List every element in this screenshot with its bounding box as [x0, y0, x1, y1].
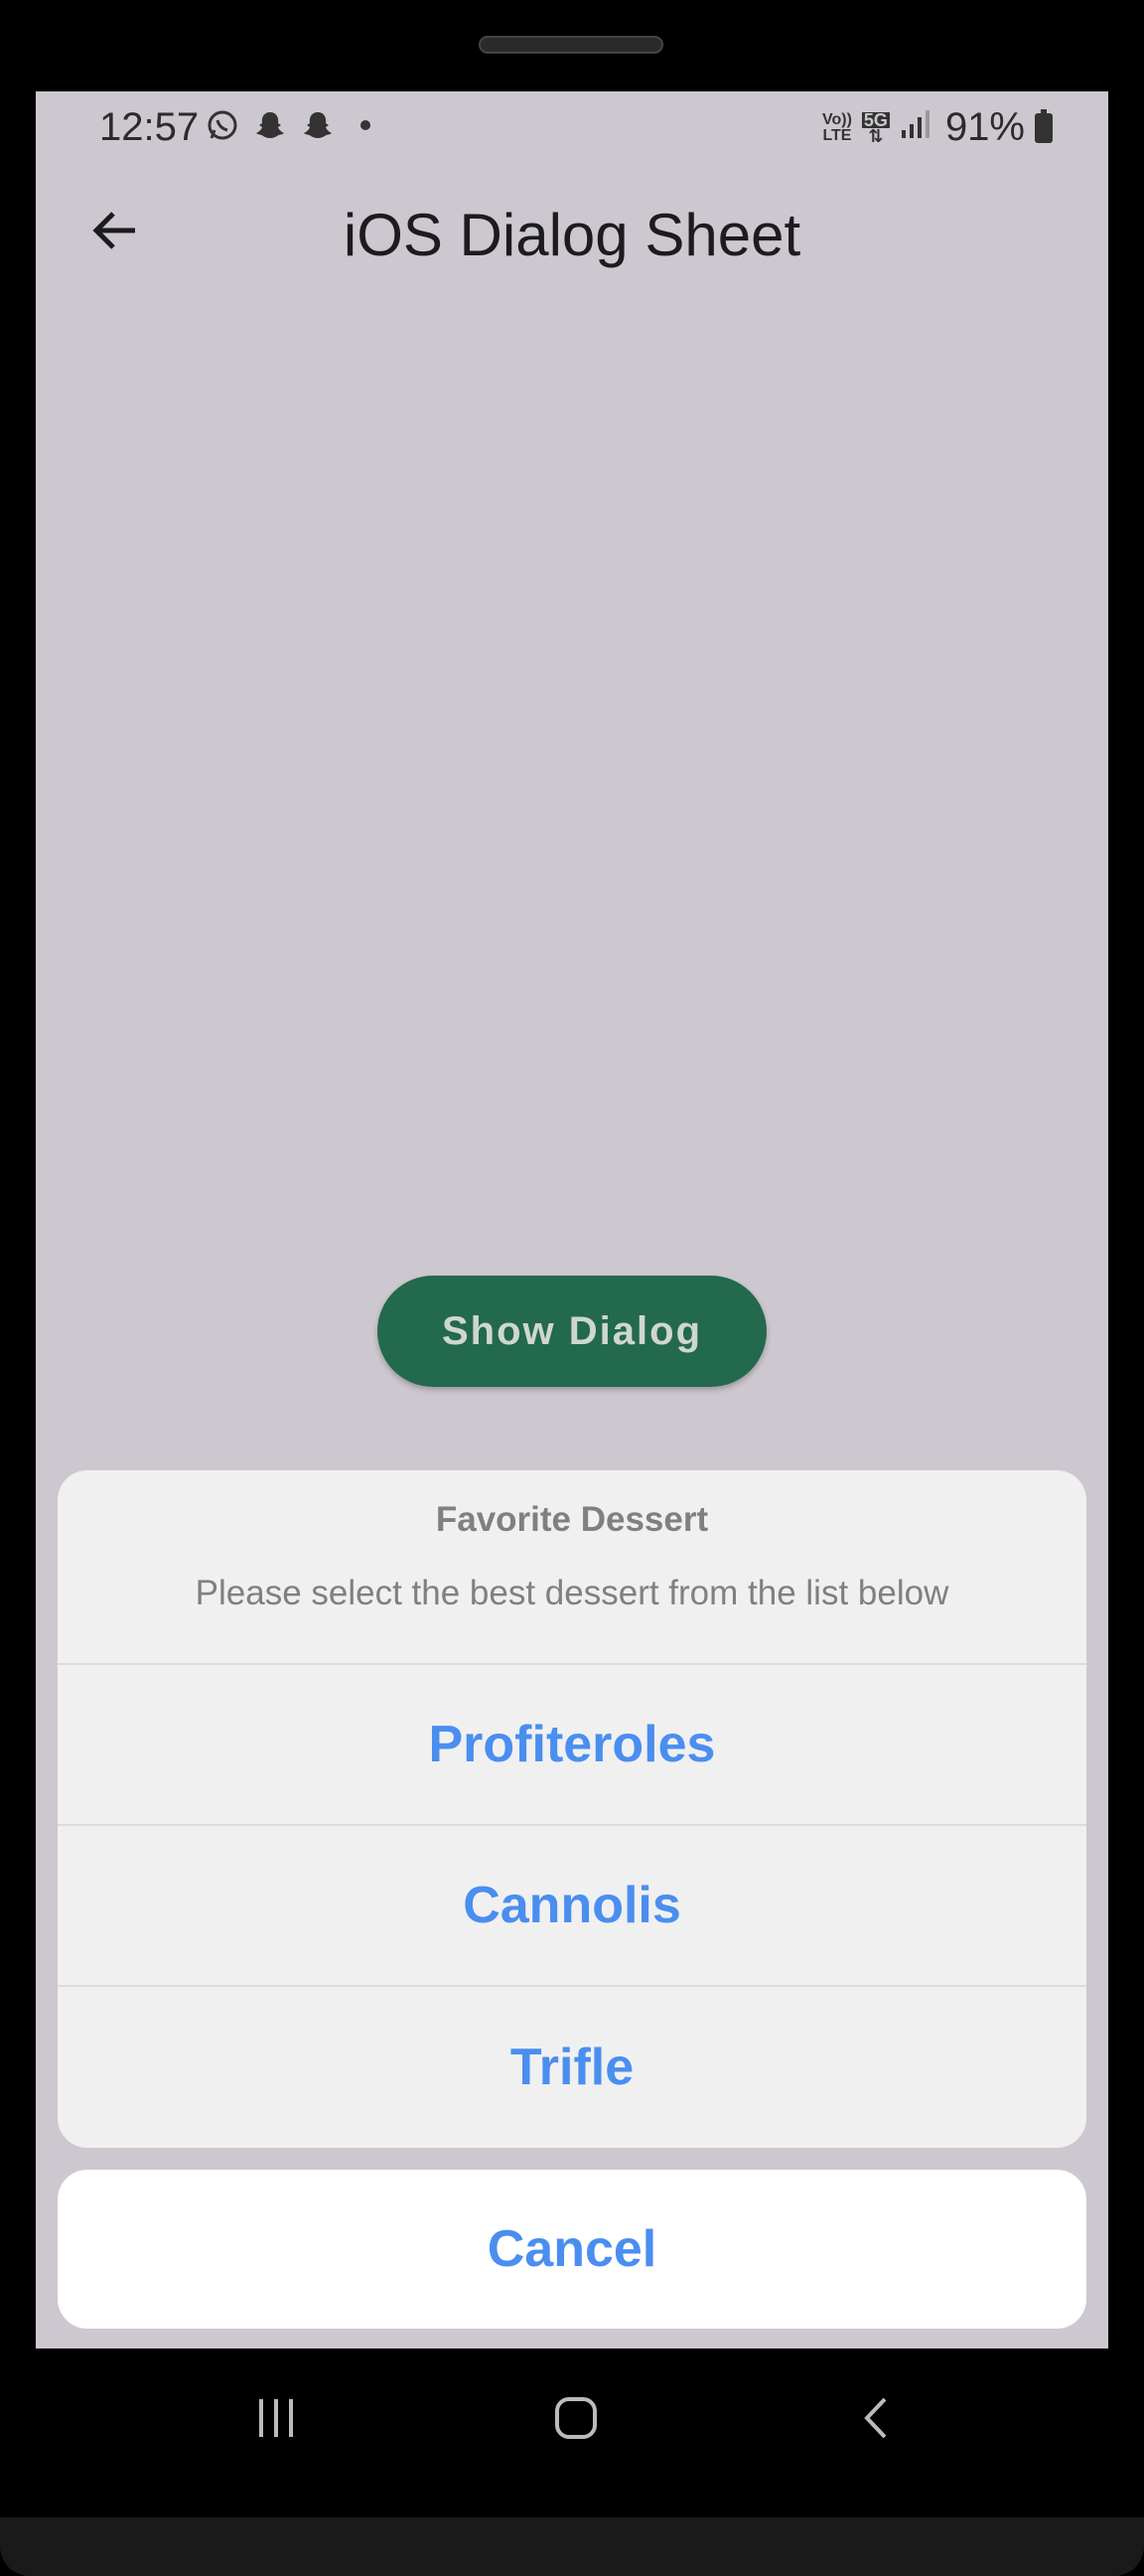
battery-percentage: 91% [944, 105, 1025, 149]
recents-button[interactable] [236, 2383, 316, 2453]
nav-back-button[interactable] [838, 2383, 918, 2453]
action-sheet-header: Favorite Dessert Please select the best … [58, 1470, 1086, 1665]
status-bar: 12:57 Vo)) LTE 5G ⇅ 91% [36, 91, 1108, 161]
action-sheet-message: Please select the best dessert from the … [195, 1574, 949, 1612]
volte-icon: Vo)) LTE [822, 110, 852, 144]
action-trifle[interactable]: Trifle [58, 1987, 1086, 2148]
app-bar: iOS Dialog Sheet [36, 161, 1108, 300]
dot-icon [348, 107, 383, 143]
system-status-icons: Vo)) LTE 5G ⇅ 91% [822, 105, 1053, 150]
signal-icon [900, 105, 935, 150]
whatsapp-icon [205, 107, 240, 143]
page-title: iOS Dialog Sheet [343, 202, 801, 268]
speaker-grille [479, 36, 663, 54]
action-profiteroles[interactable]: Profiteroles [58, 1665, 1086, 1826]
device-bottom-bezel [0, 2517, 1144, 2576]
action-sheet: Favorite Dessert Please select the best … [58, 1470, 1086, 2148]
notification-icons [205, 107, 383, 143]
recents-icon [259, 2399, 293, 2437]
5g-icon: 5G ⇅ [861, 109, 890, 146]
cancel-button[interactable]: Cancel [58, 2170, 1086, 2329]
show-dialog-button[interactable]: Show Dialog [377, 1276, 767, 1387]
battery-icon [1035, 108, 1053, 143]
snapchat-icon [252, 107, 288, 143]
status-time: 12:57 [99, 105, 200, 149]
home-button[interactable] [536, 2383, 616, 2453]
system-nav-bar [0, 2349, 1144, 2488]
action-sheet-title: Favorite Dessert [435, 1500, 709, 1539]
phone-frame: 12:57 Vo)) LTE 5G ⇅ 91% iOS Dialog Sheet… [0, 0, 1144, 2576]
screen: 12:57 Vo)) LTE 5G ⇅ 91% iOS Dialog Sheet… [36, 91, 1108, 2349]
chevron-left-icon [864, 2397, 887, 2439]
home-icon [555, 2397, 597, 2439]
snapchat-icon [300, 107, 336, 143]
action-cannolis[interactable]: Cannolis [58, 1826, 1086, 1987]
